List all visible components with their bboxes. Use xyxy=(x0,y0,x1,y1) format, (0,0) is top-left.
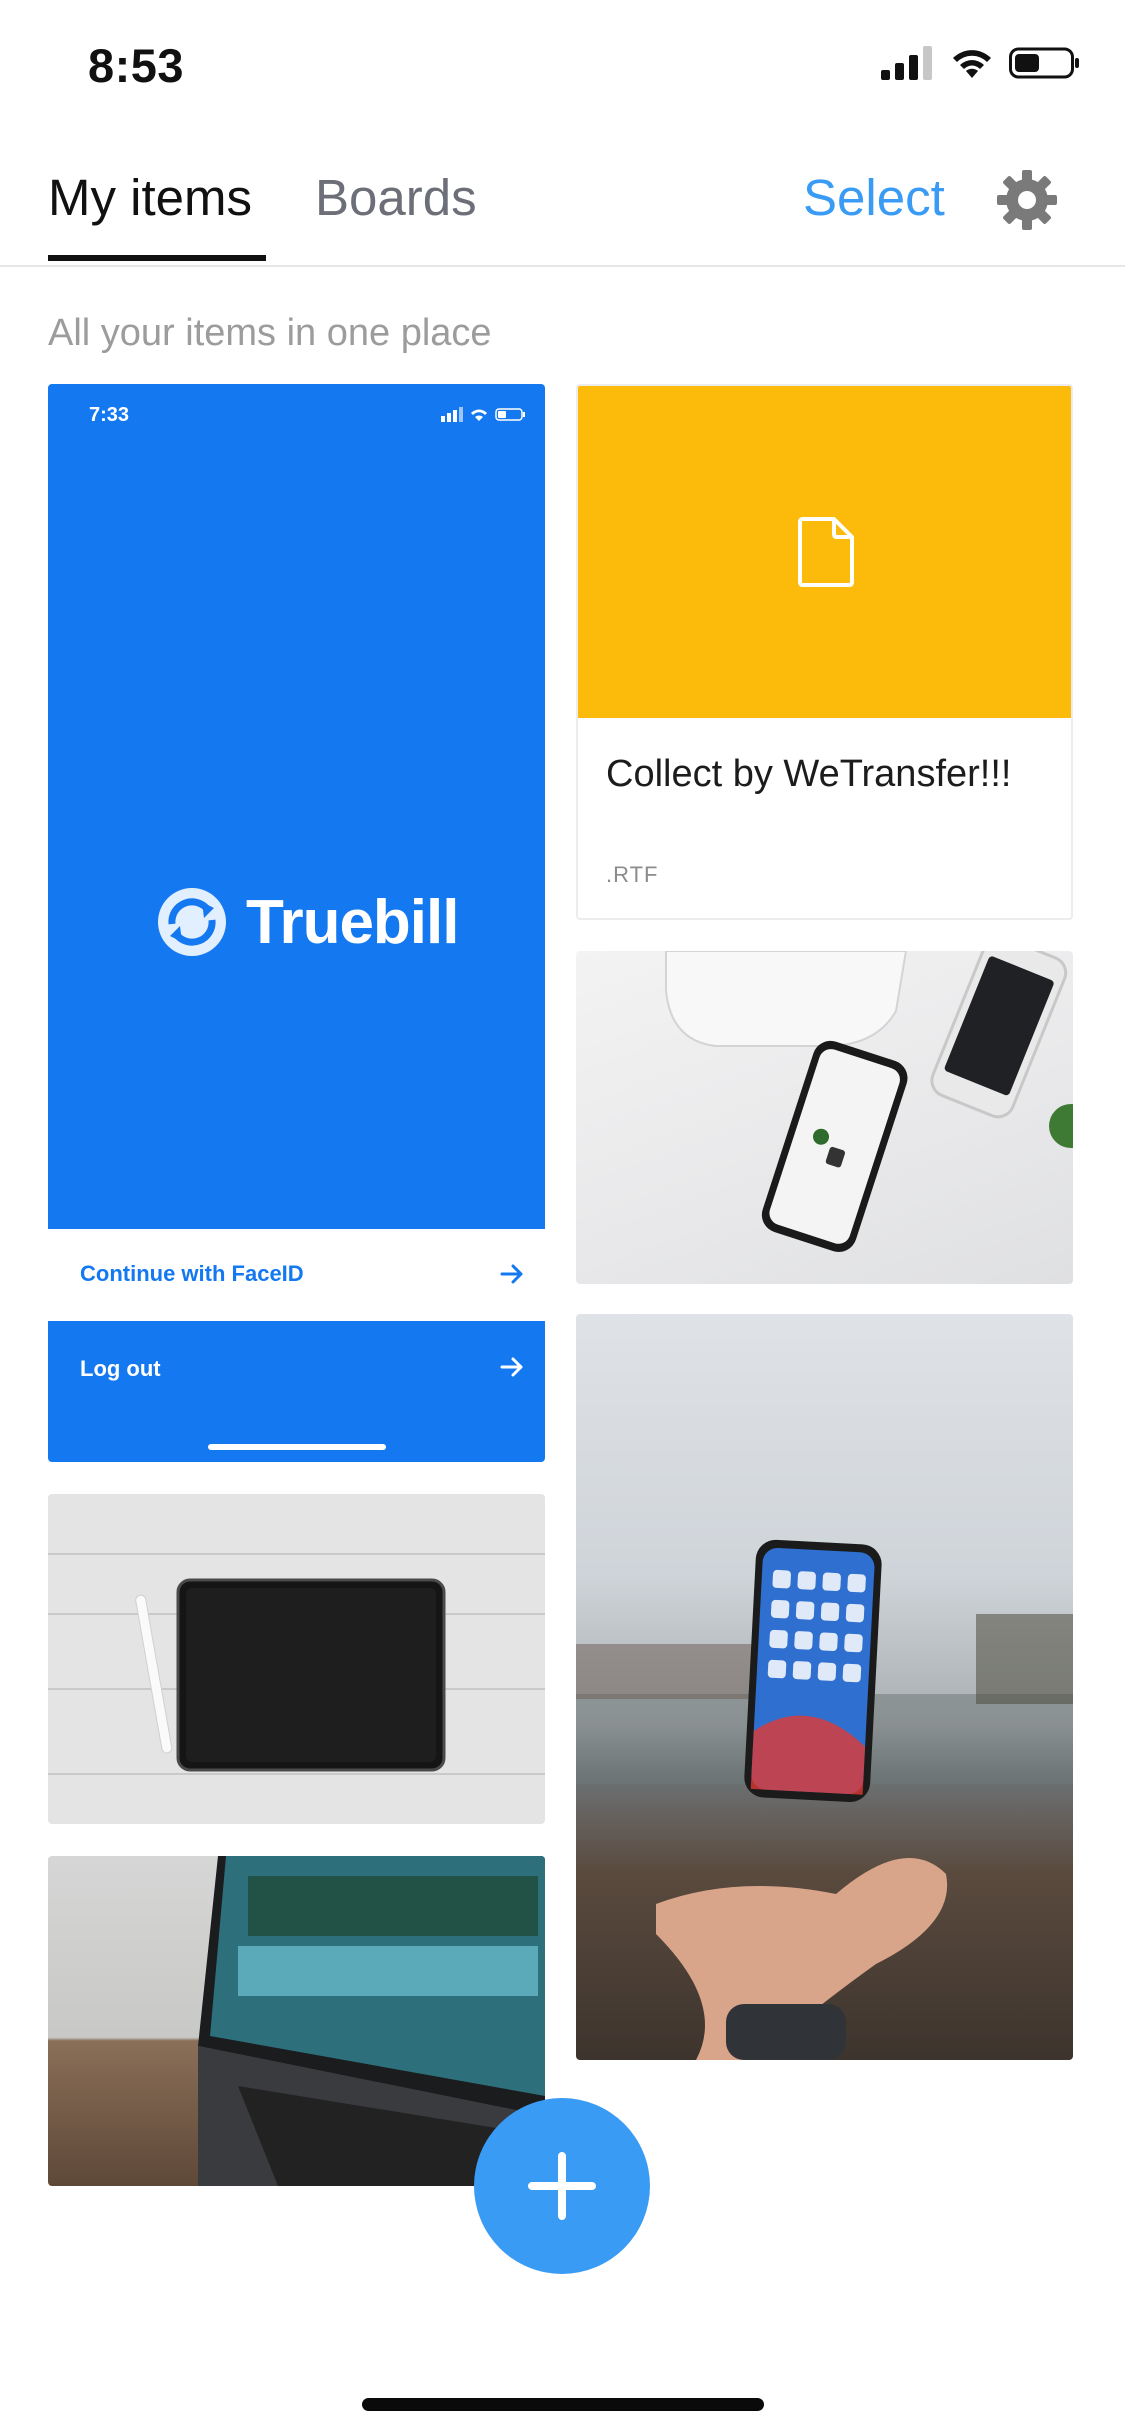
item-card-collect-rtf[interactable]: Collect by WeTransfer!!! .RTF xyxy=(576,384,1073,920)
select-button[interactable]: Select xyxy=(803,168,945,227)
document-icon xyxy=(798,517,854,587)
logout-label: Log out xyxy=(80,1356,161,1381)
phones-illustration xyxy=(665,951,1073,1252)
file-extension: .RTF xyxy=(606,862,659,887)
screenshot-home-indicator xyxy=(208,1444,386,1450)
wifi-icon xyxy=(953,50,991,78)
top-nav: My items Boards Select xyxy=(0,150,1125,267)
screenshot-status-icons xyxy=(441,407,525,422)
status-time: 8:53 xyxy=(88,39,185,92)
plus-icon xyxy=(528,2152,596,2220)
tablet-illustration xyxy=(48,1553,545,1775)
continue-faceid-row: Continue with FaceID xyxy=(48,1229,545,1321)
item-card-truebill-screenshot[interactable]: 7:33 Truebill Continue with FaceID Log o… xyxy=(48,384,545,1462)
truebill-logo: Truebill xyxy=(152,884,459,960)
screenshot-status-time: 7:33 xyxy=(89,404,130,426)
phones-on-desk-photo[interactable] xyxy=(576,951,1073,1284)
active-tab-indicator xyxy=(48,255,266,261)
file-preview-background xyxy=(578,386,1071,718)
signal-icon xyxy=(881,46,932,80)
floating-iphone-photo[interactable] xyxy=(576,1314,1073,2060)
tab-boards[interactable]: Boards xyxy=(315,168,477,227)
page-subtitle: All your items in one place xyxy=(48,312,492,354)
arrow-right-icon xyxy=(500,1264,523,1284)
continue-faceid-label: Continue with FaceID xyxy=(80,1261,304,1286)
gear-icon[interactable] xyxy=(995,168,1059,232)
add-item-button[interactable] xyxy=(474,2098,650,2274)
home-indicator xyxy=(362,2398,764,2411)
floating-iphone-illustration xyxy=(576,1539,1073,2060)
tablet-and-pencil-photo[interactable] xyxy=(48,1494,545,1824)
truebill-logo-text: Truebill xyxy=(246,887,459,957)
tab-my-items[interactable]: My items xyxy=(48,168,252,227)
item-title: Collect by WeTransfer!!! xyxy=(606,753,1012,795)
laptop-illustration xyxy=(198,1856,545,2186)
laptop-photo[interactable] xyxy=(48,1856,545,2186)
arrow-right-icon xyxy=(500,1357,523,1377)
battery-icon xyxy=(1009,47,1079,79)
truebill-logo-icon xyxy=(158,888,226,956)
status-icons xyxy=(881,46,1081,80)
